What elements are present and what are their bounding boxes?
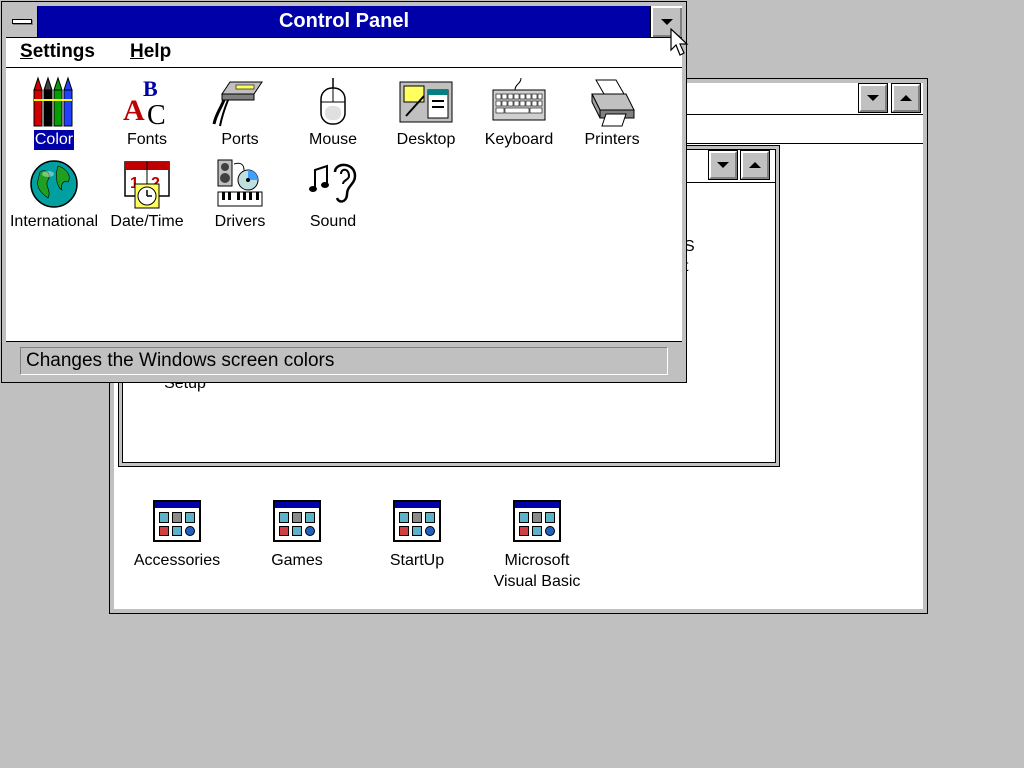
menu-label-rest: elp — [143, 41, 172, 62]
menu-settings[interactable]: Settings — [20, 38, 95, 68]
cp-item-desktop[interactable]: Desktop — [380, 76, 472, 150]
program-group-icon — [393, 500, 441, 542]
cp-item-label: International — [9, 213, 99, 230]
cp-item-ports[interactable]: Ports — [194, 76, 286, 150]
cp-item-label: Fonts — [126, 131, 167, 148]
printer-icon — [591, 79, 635, 127]
cp-item-label: Date/Time — [110, 213, 184, 230]
cp-item-color[interactable]: Color — [8, 76, 100, 150]
mouse-pointer-icon — [670, 28, 689, 56]
minimize-icon — [867, 95, 879, 101]
cp-item-international[interactable]: International — [8, 158, 100, 232]
minimize-icon — [717, 162, 729, 168]
cp-item-keyboard[interactable]: Keyboard — [473, 76, 565, 150]
group-icon-label: Accessories — [133, 552, 221, 569]
menu-mnemonic: H — [130, 41, 144, 62]
cp-item-label: Ports — [221, 131, 259, 148]
main-group-minimize-button[interactable] — [708, 150, 738, 180]
group-icon-visual-basic[interactable]: Microsoft Visual Basic — [472, 500, 602, 592]
cp-item-label: Printers — [584, 131, 640, 148]
mouse-icon — [320, 77, 346, 125]
program-group-icon — [513, 500, 561, 542]
calendar-clock-icon: 1 2 — [124, 161, 170, 209]
cp-item-sound[interactable]: Sound — [287, 158, 379, 232]
cp-item-label: Keyboard — [484, 131, 554, 148]
control-panel-titlebar[interactable]: Control Panel — [6, 6, 682, 38]
drivers-icon — [217, 159, 263, 207]
globe-icon — [30, 160, 78, 208]
group-icon-label: Games — [271, 552, 323, 569]
menu-mnemonic: S — [20, 41, 33, 62]
status-text: Changes the Windows screen colors — [20, 347, 668, 375]
cp-item-label: Sound — [309, 213, 357, 230]
maximize-icon — [900, 95, 912, 101]
main-group-maximize-button[interactable] — [740, 150, 770, 180]
control-panel-menubar: Settings Help — [6, 38, 682, 68]
cp-item-drivers[interactable]: Drivers — [194, 158, 286, 232]
minimize-icon — [660, 18, 673, 25]
svg-text:C: C — [147, 100, 166, 128]
svg-text:B: B — [143, 76, 158, 101]
control-panel-window[interactable]: Control Panel Settings Help Color B A C … — [1, 1, 687, 383]
svg-text:A: A — [123, 94, 145, 127]
menu-label-rest: ettings — [32, 41, 95, 62]
sound-icon — [309, 163, 357, 203]
desktop-icon — [399, 81, 453, 123]
system-menu-icon — [11, 19, 32, 24]
menu-help[interactable]: Help — [130, 38, 171, 68]
cp-item-label: Drivers — [214, 213, 266, 230]
cp-item-printers[interactable]: Printers — [566, 76, 658, 150]
control-panel-icon-area: Color B A C Fonts Ports Mouse Desktop Ke… — [6, 68, 682, 342]
group-icon-games[interactable]: Games — [232, 500, 362, 571]
keyboard-icon — [492, 77, 546, 121]
program-group-icon — [273, 500, 321, 542]
minimize-button[interactable] — [858, 83, 888, 113]
fonts-icon: B A C — [123, 76, 166, 128]
cp-item-label: Desktop — [396, 131, 456, 148]
group-icon-startup[interactable]: StartUp — [352, 500, 482, 571]
cp-item-mouse[interactable]: Mouse — [287, 76, 379, 150]
system-menu-button[interactable] — [6, 6, 38, 37]
ports-icon — [212, 81, 263, 127]
group-icon-label-line2: Visual Basic — [493, 573, 581, 590]
maximize-button[interactable] — [891, 83, 921, 113]
cp-item-label: Mouse — [308, 131, 358, 148]
status-bar: Changes the Windows screen colors — [6, 342, 682, 378]
maximize-icon — [749, 162, 761, 168]
cp-item-fonts[interactable]: B A C Fonts — [101, 76, 193, 150]
group-icon-label: Microsoft — [504, 552, 570, 569]
cp-item-datetime[interactable]: 1 2 Date/Time — [101, 158, 193, 232]
group-icon-label: StartUp — [389, 552, 445, 569]
program-group-icon — [153, 500, 201, 542]
cp-item-label: Color — [33, 130, 75, 150]
window-title: Control Panel — [278, 10, 409, 32]
group-icon-accessories[interactable]: Accessories — [112, 500, 242, 571]
color-crayons-icon — [33, 76, 73, 127]
